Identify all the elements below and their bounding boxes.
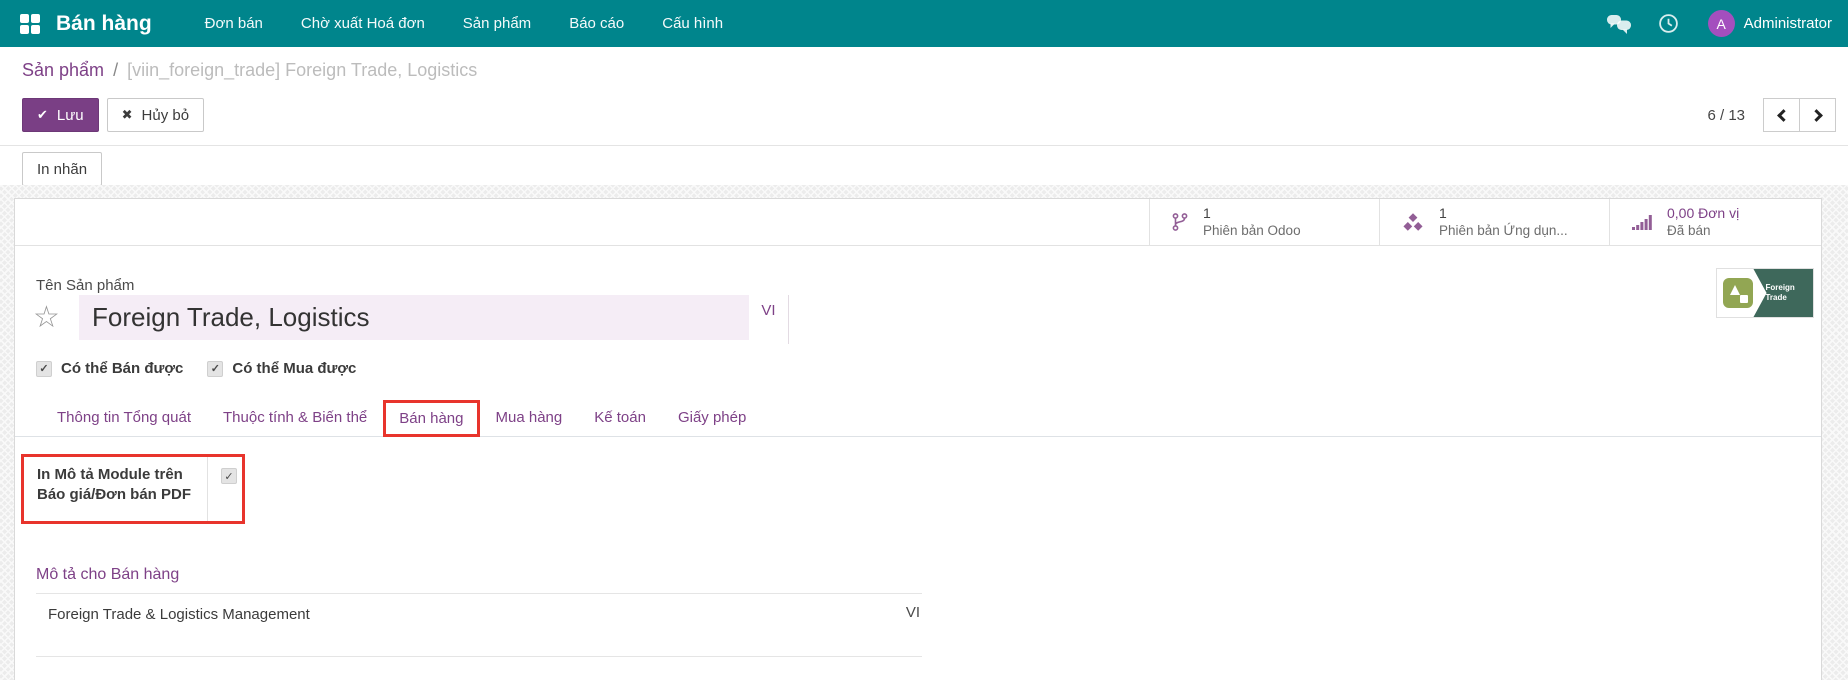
print-module-description-label: In Mô tả Module trên Báo giá/Đơn bán PDF — [24, 457, 207, 521]
apps-menu-icon[interactable] — [20, 14, 40, 34]
product-image[interactable]: Foreign Trade — [1716, 268, 1814, 318]
stat-button-sold-units[interactable]: 0,00 Đơn vị Đã bán — [1609, 199, 1821, 245]
stat-button-bar: 1 Phiên bản Odoo 1 Phiên bản Ứng dụn... — [15, 199, 1821, 246]
tab-purchase[interactable]: Mua hàng — [480, 400, 579, 435]
can-be-purchased-checkbox[interactable]: ✓ — [207, 361, 223, 377]
sales-description-text[interactable]: Foreign Trade & Logistics Management — [48, 606, 310, 623]
pager-previous-icon — [1777, 109, 1790, 122]
name-translation-badge[interactable]: VI — [749, 295, 789, 344]
control-panel: Sản phẩm / [viin_foreign_trade] Foreign Tr… — [0, 47, 1848, 185]
messages-icon[interactable] — [1594, 14, 1645, 34]
can-be-sold-field: ✓ Có thể Bán được — [36, 360, 183, 377]
stat-text: 0,00 Đơn vị Đã bán — [1667, 204, 1739, 240]
avatar[interactable]: A — [1708, 10, 1735, 37]
breadcrumb-current: [viin_foreign_trade] Foreign Trade, Logi… — [127, 60, 477, 80]
stat-label: Phiên bản Ứng dụn... — [1439, 222, 1568, 240]
topbar-right: A Administrator — [1594, 10, 1832, 37]
breadcrumb-separator: / — [113, 60, 118, 80]
logo-triangle — [1730, 285, 1740, 295]
menu-item-reports[interactable]: Báo cáo — [550, 0, 643, 47]
user-menu[interactable]: Administrator — [1744, 15, 1832, 32]
product-image-banner: Foreign Trade — [1753, 269, 1813, 317]
print-module-description-cell: ✓ — [208, 457, 237, 521]
apps-grid-square — [20, 14, 29, 23]
label-line-2: Báo giá/Đơn bán PDF — [37, 485, 207, 505]
check-icon: ✔ — [37, 107, 48, 123]
apps-grid-square — [31, 14, 40, 23]
pager-buttons — [1763, 98, 1836, 132]
description-translation-badge[interactable]: VI — [906, 604, 920, 621]
ascending-bars-icon — [1632, 214, 1652, 230]
pager-next-icon — [1810, 109, 1823, 122]
stat-text: 1 Phiên bản Ứng dụn... — [1439, 204, 1568, 240]
can-be-sold-checkbox[interactable]: ✓ — [36, 361, 52, 377]
stat-label: Đã bán — [1667, 222, 1739, 240]
apps-grid-square — [31, 25, 40, 34]
top-navbar: Bán hàng Đơn bán Chờ xuất Hoá đơn Sản ph… — [0, 0, 1848, 47]
main-menu: Đơn bán Chờ xuất Hoá đơn Sản phẩm Báo cá… — [186, 0, 742, 47]
print-module-description-checkbox[interactable]: ✓ — [221, 468, 237, 484]
form-view-background: 1 Phiên bản Odoo 1 Phiên bản Ứng dụn... — [0, 185, 1848, 680]
product-image-logo — [1723, 278, 1753, 308]
screen: Bán hàng Đơn bán Chờ xuất Hoá đơn Sản ph… — [0, 0, 1848, 680]
product-name-input[interactable]: Foreign Trade, Logistics — [79, 295, 749, 340]
sales-description-row[interactable]: Foreign Trade & Logistics Management VI — [36, 604, 922, 644]
print-label-button[interactable]: In nhãn — [22, 152, 102, 186]
menu-item-to-invoice[interactable]: Chờ xuất Hoá đơn — [282, 0, 444, 47]
product-name-label: Tên Sản phẩm — [36, 277, 134, 294]
description-bottom-divider — [36, 656, 922, 657]
tab-attributes-variants[interactable]: Thuộc tính & Biến thể — [207, 400, 383, 435]
sales-description-section-title: Mô tả cho Bán hàng — [36, 566, 922, 594]
menu-item-orders[interactable]: Đơn bán — [186, 0, 282, 47]
stat-button-odoo-versions[interactable]: 1 Phiên bản Odoo — [1149, 199, 1379, 245]
discard-button-label: Hủy bỏ — [142, 107, 190, 124]
can-be-purchased-label: Có thể Mua được — [232, 360, 356, 377]
pager-next-button[interactable] — [1799, 98, 1836, 132]
stat-button-app-versions[interactable]: 1 Phiên bản Ứng dụn... — [1379, 199, 1609, 245]
x-icon: ✖ — [122, 107, 133, 123]
logo-dot — [1740, 295, 1748, 303]
breadcrumb: Sản phẩm / [viin_foreign_trade] Foreign Tr… — [22, 60, 477, 81]
cubes-icon — [1402, 213, 1424, 231]
favorite-icon[interactable]: ☆ — [33, 295, 60, 340]
sheet-body: Foreign Trade Tên Sản phẩm ☆ Foreign Tra… — [15, 246, 1821, 680]
pager: 6 / 13 — [1707, 98, 1836, 132]
tab-general-information[interactable]: Thông tin Tổng quát — [41, 400, 207, 435]
save-button-label: Lưu — [57, 107, 84, 124]
breadcrumb-parent[interactable]: Sản phẩm — [22, 60, 104, 80]
stat-label: Phiên bản Odoo — [1203, 222, 1301, 240]
pager-previous-button[interactable] — [1763, 98, 1800, 132]
save-button[interactable]: ✔ Lưu — [22, 98, 99, 132]
form-buttons: ✔ Lưu ✖ Hủy bỏ — [22, 98, 204, 132]
annotation-box-print-module-description: In Mô tả Module trên Báo giá/Đơn bán PDF… — [21, 454, 245, 524]
print-label-button-label: In nhãn — [37, 161, 87, 178]
can-be-purchased-field: ✓ Có thể Mua được — [207, 360, 356, 377]
activities-icon[interactable] — [1645, 13, 1692, 34]
tab-license[interactable]: Giấy phép — [662, 400, 762, 435]
menu-item-products[interactable]: Sản phẩm — [444, 0, 550, 47]
stat-value: 1 — [1439, 204, 1568, 222]
control-panel-divider — [0, 145, 1848, 146]
tab-sales-active-annotated[interactable]: Bán hàng — [383, 400, 479, 437]
notebook-tabs: Thông tin Tổng quát Thuộc tính & Biến th… — [15, 398, 1821, 437]
stat-value: 0,00 Đơn vị — [1667, 204, 1739, 222]
code-branch-icon — [1172, 212, 1188, 232]
form-sheet: 1 Phiên bản Odoo 1 Phiên bản Ứng dụn... — [14, 198, 1822, 680]
app-name[interactable]: Bán hàng — [56, 12, 152, 36]
apps-grid-square — [20, 25, 29, 34]
stat-text: 1 Phiên bản Odoo — [1203, 204, 1301, 240]
label-line-1: In Mô tả Module trên — [37, 465, 207, 485]
discard-button[interactable]: ✖ Hủy bỏ — [107, 98, 204, 132]
product-image-text: Foreign Trade — [1765, 283, 1813, 303]
pager-value: 6 / 13 — [1707, 107, 1745, 124]
stat-value: 1 — [1203, 204, 1301, 222]
tab-accounting[interactable]: Kế toán — [578, 400, 662, 435]
can-be-sold-label: Có thể Bán được — [61, 360, 183, 377]
flags-row: ✓ Có thể Bán được ✓ Có thể Mua được — [36, 360, 356, 377]
menu-item-configuration[interactable]: Cấu hình — [643, 0, 742, 47]
